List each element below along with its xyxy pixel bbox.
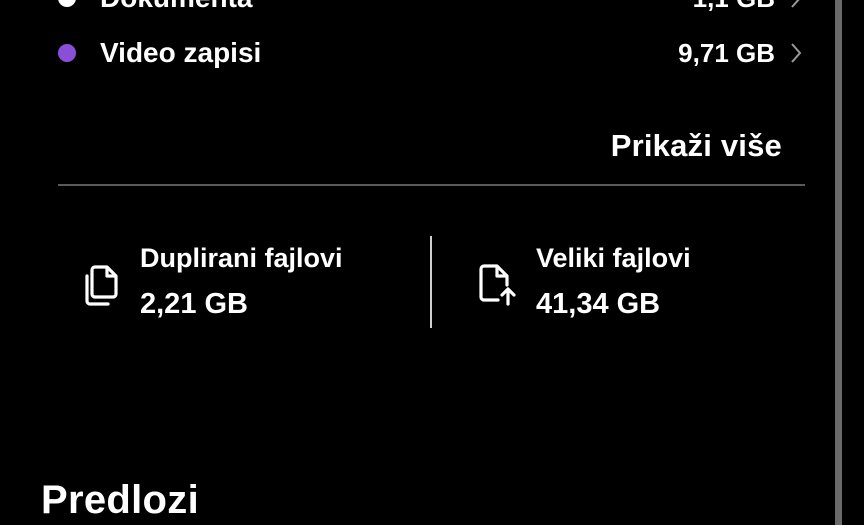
- category-color-dot: [58, 0, 76, 7]
- category-size: 9,71 GB: [678, 37, 775, 68]
- large-file-upload-icon: [479, 264, 516, 306]
- category-label: Video zapisi: [100, 37, 262, 68]
- duplicate-files-card[interactable]: Duplirani fajlovi 2,21 GB: [78, 240, 343, 330]
- category-label: Dokumenta: [100, 0, 693, 14]
- duplicate-files-size: 2,21 GB: [140, 288, 248, 320]
- divider: [58, 184, 805, 186]
- category-row-videos[interactable]: Video zapisi 9,71 GB: [58, 33, 803, 73]
- duplicate-files-icon: [85, 265, 118, 306]
- category-size: 1,1 GB: [693, 0, 775, 14]
- vertical-separator: [430, 236, 432, 328]
- scrollbar[interactable]: [835, 0, 842, 525]
- chevron-right-icon: [791, 43, 802, 63]
- storage-screen: Dokumenta 1,1 GB Video zapisi 9,71 GB Pr…: [0, 0, 864, 525]
- chevron-right-icon: [791, 0, 800, 8]
- large-files-card[interactable]: Veliki fajlovi 41,34 GB: [474, 240, 691, 330]
- large-files-text: Veliki fajlovi 41,34 GB: [536, 240, 691, 322]
- show-more-button[interactable]: Prikaži više: [611, 128, 782, 164]
- large-files-size: 41,34 GB: [536, 288, 661, 320]
- duplicate-files-text: Duplirani fajlovi 2,21 GB: [140, 240, 343, 322]
- category-row-documents[interactable]: Dokumenta 1,1 GB: [58, 0, 803, 18]
- duplicate-files-title: Duplirani fajlovi: [140, 243, 343, 273]
- section-title-suggestions: Predlozi: [41, 478, 199, 522]
- category-color-dot: [58, 44, 76, 62]
- large-files-title: Veliki fajlovi: [536, 243, 691, 273]
